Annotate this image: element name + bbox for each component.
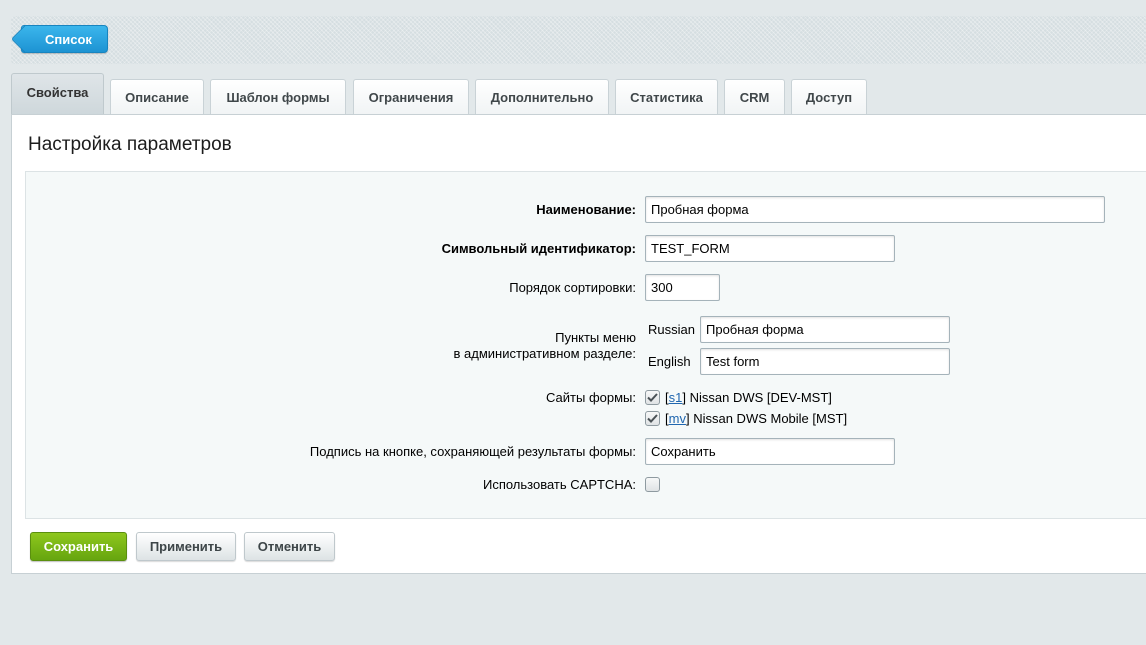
- tab-statistics[interactable]: Статистика: [615, 79, 718, 114]
- captcha-label: Использовать CAPTCHA:: [482, 477, 636, 492]
- site-mv-label: [mv] Nissan DWS Mobile [MST]: [665, 411, 848, 426]
- tab-description[interactable]: Описание: [110, 79, 204, 114]
- site-s1-name: Nissan DWS [DEV-MST]: [689, 390, 832, 405]
- apply-button[interactable]: Применить: [136, 532, 236, 561]
- button-caption-label: Подпись на кнопке, сохраняющей результат…: [309, 444, 636, 459]
- sid-input[interactable]: [645, 235, 895, 262]
- top-toolbar: [11, 16, 1146, 64]
- back-button-label: Список: [45, 31, 92, 47]
- settings-panel: Настройка параметров Наименование: Симво…: [11, 114, 1146, 574]
- name-input[interactable]: [645, 196, 1105, 223]
- tab-form-template[interactable]: Шаблон формы: [210, 79, 346, 114]
- menu-label-line2: в административном разделе:: [453, 346, 636, 361]
- menu-input-english[interactable]: [700, 348, 950, 375]
- sort-input[interactable]: [645, 274, 720, 301]
- button-caption-input[interactable]: [645, 438, 895, 465]
- menu-label-line1: Пункты меню: [555, 330, 636, 345]
- menu-input-russian[interactable]: [700, 316, 950, 343]
- site-mv-name: Nissan DWS Mobile [MST]: [693, 411, 848, 426]
- form-area: Наименование: Символьный идентификатор: …: [25, 171, 1146, 519]
- tab-crm[interactable]: CRM: [724, 79, 785, 114]
- checkmark-icon: [647, 414, 658, 423]
- tab-properties[interactable]: Свойства: [11, 73, 104, 115]
- sort-label: Порядок сортировки:: [509, 280, 636, 295]
- tab-additional[interactable]: Дополнительно: [475, 79, 609, 114]
- site-mv-link[interactable]: mv: [669, 411, 686, 426]
- captcha-checkbox[interactable]: [645, 477, 660, 492]
- site-mv-checkbox[interactable]: [645, 411, 660, 426]
- menu-lang-english: English: [648, 354, 691, 369]
- site-s1-link[interactable]: s1: [669, 390, 683, 405]
- page-title: Настройка параметров: [28, 134, 232, 155]
- checkmark-icon: [647, 393, 658, 402]
- site-s1-label: [s1] Nissan DWS [DEV-MST]: [665, 390, 832, 405]
- name-label: Наименование:: [536, 202, 636, 217]
- tab-access[interactable]: Доступ: [791, 79, 867, 114]
- cancel-button[interactable]: Отменить: [244, 532, 335, 561]
- site-s1-checkbox[interactable]: [645, 390, 660, 405]
- sid-label: Символьный идентификатор:: [441, 241, 636, 256]
- save-button[interactable]: Сохранить: [30, 532, 127, 561]
- menu-lang-russian: Russian: [648, 322, 695, 337]
- back-to-list-button[interactable]: Список: [21, 25, 108, 53]
- tab-restrictions[interactable]: Ограничения: [353, 79, 469, 114]
- sites-label: Сайты формы:: [546, 390, 636, 405]
